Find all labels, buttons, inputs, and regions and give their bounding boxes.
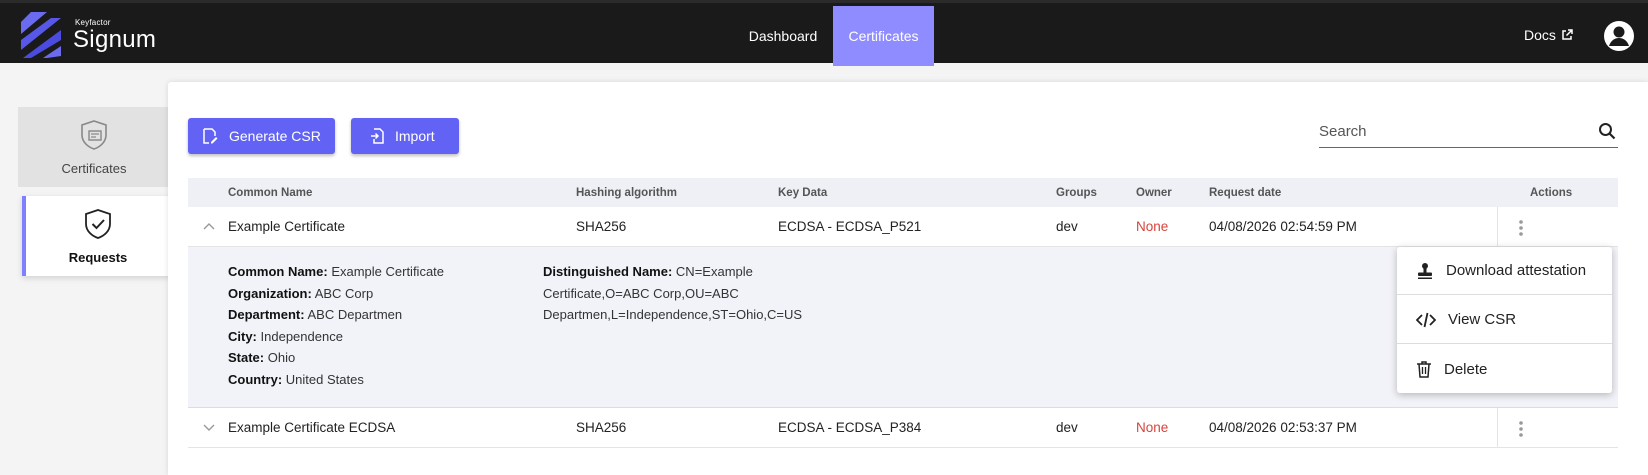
cell-hashing: SHA256 xyxy=(576,219,627,234)
docs-label: Docs xyxy=(1524,27,1556,43)
search-input[interactable] xyxy=(1319,118,1579,144)
cell-groups: dev xyxy=(1056,420,1078,435)
code-icon xyxy=(1416,312,1436,327)
top-navigation-bar: Keyfactor Signum Dashboard Certificates … xyxy=(0,0,1648,66)
detail-organization: ABC Corp xyxy=(314,285,374,301)
sidebar-item-label: Requests xyxy=(68,250,128,265)
cell-common-name: Example Certificate xyxy=(228,219,346,234)
actions-divider xyxy=(1497,408,1498,448)
detail-country: United States xyxy=(285,371,364,387)
import-button[interactable]: Import xyxy=(351,118,459,154)
column-header-request-date[interactable]: Request date xyxy=(1209,187,1281,199)
subject-details: Common Name: Example Certificate Organiz… xyxy=(228,261,444,390)
generate-csr-label: Generate CSR xyxy=(229,128,321,144)
more-vertical-icon[interactable] xyxy=(1518,219,1524,237)
more-vertical-icon[interactable] xyxy=(1518,420,1524,438)
user-avatar-icon[interactable] xyxy=(1603,20,1635,52)
nav-dashboard[interactable]: Dashboard xyxy=(733,6,833,66)
menu-item-download-attestation[interactable]: Download attestation xyxy=(1397,247,1612,295)
trash-icon xyxy=(1417,361,1431,378)
menu-item-label: Delete xyxy=(1444,360,1488,378)
detail-label: Organization: xyxy=(228,285,312,301)
external-link-icon xyxy=(1562,29,1573,40)
detail-label: Department: xyxy=(228,307,305,322)
detail-label: Country: xyxy=(228,371,283,387)
cell-request-date: 04/08/2026 02:53:37 PM xyxy=(1209,420,1357,435)
column-header-owner[interactable]: Owner xyxy=(1136,187,1172,199)
sidebar-item-label: Certificates xyxy=(61,161,127,176)
column-header-hashing[interactable]: Hashing algorithm xyxy=(576,187,677,199)
column-header-common-name[interactable]: Common Name xyxy=(228,187,312,199)
detail-label: City: xyxy=(228,328,257,344)
menu-item-view-csr[interactable]: View CSR xyxy=(1397,296,1612,344)
sidebar-item-certificates[interactable]: Certificates xyxy=(18,107,170,187)
detail-label: Distinguished Name: xyxy=(543,264,673,279)
detail-department: ABC Departmen xyxy=(307,307,403,322)
detail-common-name: Example Certificate xyxy=(331,264,445,279)
search-icon[interactable] xyxy=(1598,122,1616,140)
row-actions-menu: Download attestation View CSR Delete xyxy=(1397,247,1612,393)
sidebar-item-requests[interactable]: Requests xyxy=(22,196,170,276)
column-header-groups[interactable]: Groups xyxy=(1056,187,1097,199)
cell-owner: None xyxy=(1136,219,1169,234)
cell-owner: None xyxy=(1136,420,1169,435)
cell-common-name: Example Certificate ECDSA xyxy=(228,420,396,435)
detail-label: Common Name: xyxy=(228,264,328,279)
menu-item-label: Download attestation xyxy=(1446,262,1587,279)
detail-state: Ohio xyxy=(267,350,296,365)
signum-logo-icon xyxy=(21,12,61,58)
distinguished-name-details: Distinguished Name: CN=Example Certifica… xyxy=(543,261,823,326)
brand-product-name: Signum xyxy=(73,26,157,53)
nav-certificates[interactable]: Certificates xyxy=(833,6,934,66)
cell-hashing: SHA256 xyxy=(576,420,627,435)
column-header-actions: Actions xyxy=(1530,187,1573,199)
detail-dn-line1: CN=Example xyxy=(675,264,753,279)
table-row[interactable]: Example Certificate SHA256 ECDSA - ECDSA… xyxy=(188,207,1618,247)
shield-check-icon xyxy=(85,209,111,239)
table-header: Common Name Hashing algorithm Key Data G… xyxy=(188,178,1618,207)
menu-item-delete[interactable]: Delete xyxy=(1397,345,1612,393)
import-label: Import xyxy=(395,128,435,144)
detail-dn-line3: Departmen,L=Independence,ST=Ohio,C=US xyxy=(543,307,803,322)
stamp-icon xyxy=(1418,262,1432,279)
edit-document-icon xyxy=(203,128,218,144)
column-header-key-data[interactable]: Key Data xyxy=(778,187,827,199)
detail-dn-line2: Certificate,O=ABC Corp,OU=ABC xyxy=(543,285,739,301)
chevron-up-icon[interactable] xyxy=(202,219,216,233)
detail-label: State: xyxy=(228,350,265,365)
search-box xyxy=(1319,118,1618,148)
table-row[interactable]: Example Certificate ECDSA SHA256 ECDSA -… xyxy=(188,408,1618,448)
cell-key-data: ECDSA - ECDSA_P384 xyxy=(778,420,922,435)
actions-divider xyxy=(1497,207,1498,247)
cell-request-date: 04/08/2026 02:54:59 PM xyxy=(1209,219,1357,234)
cell-groups: dev xyxy=(1056,219,1078,234)
shield-certificate-icon xyxy=(81,120,107,150)
cell-key-data: ECDSA - ECDSA_P521 xyxy=(778,219,922,234)
generate-csr-button[interactable]: Generate CSR xyxy=(188,118,335,154)
chevron-down-icon[interactable] xyxy=(202,420,216,434)
detail-city: Independence xyxy=(260,328,343,344)
menu-item-label: View CSR xyxy=(1448,311,1517,328)
docs-link[interactable]: Docs xyxy=(1524,27,1573,43)
import-file-icon xyxy=(371,128,384,144)
